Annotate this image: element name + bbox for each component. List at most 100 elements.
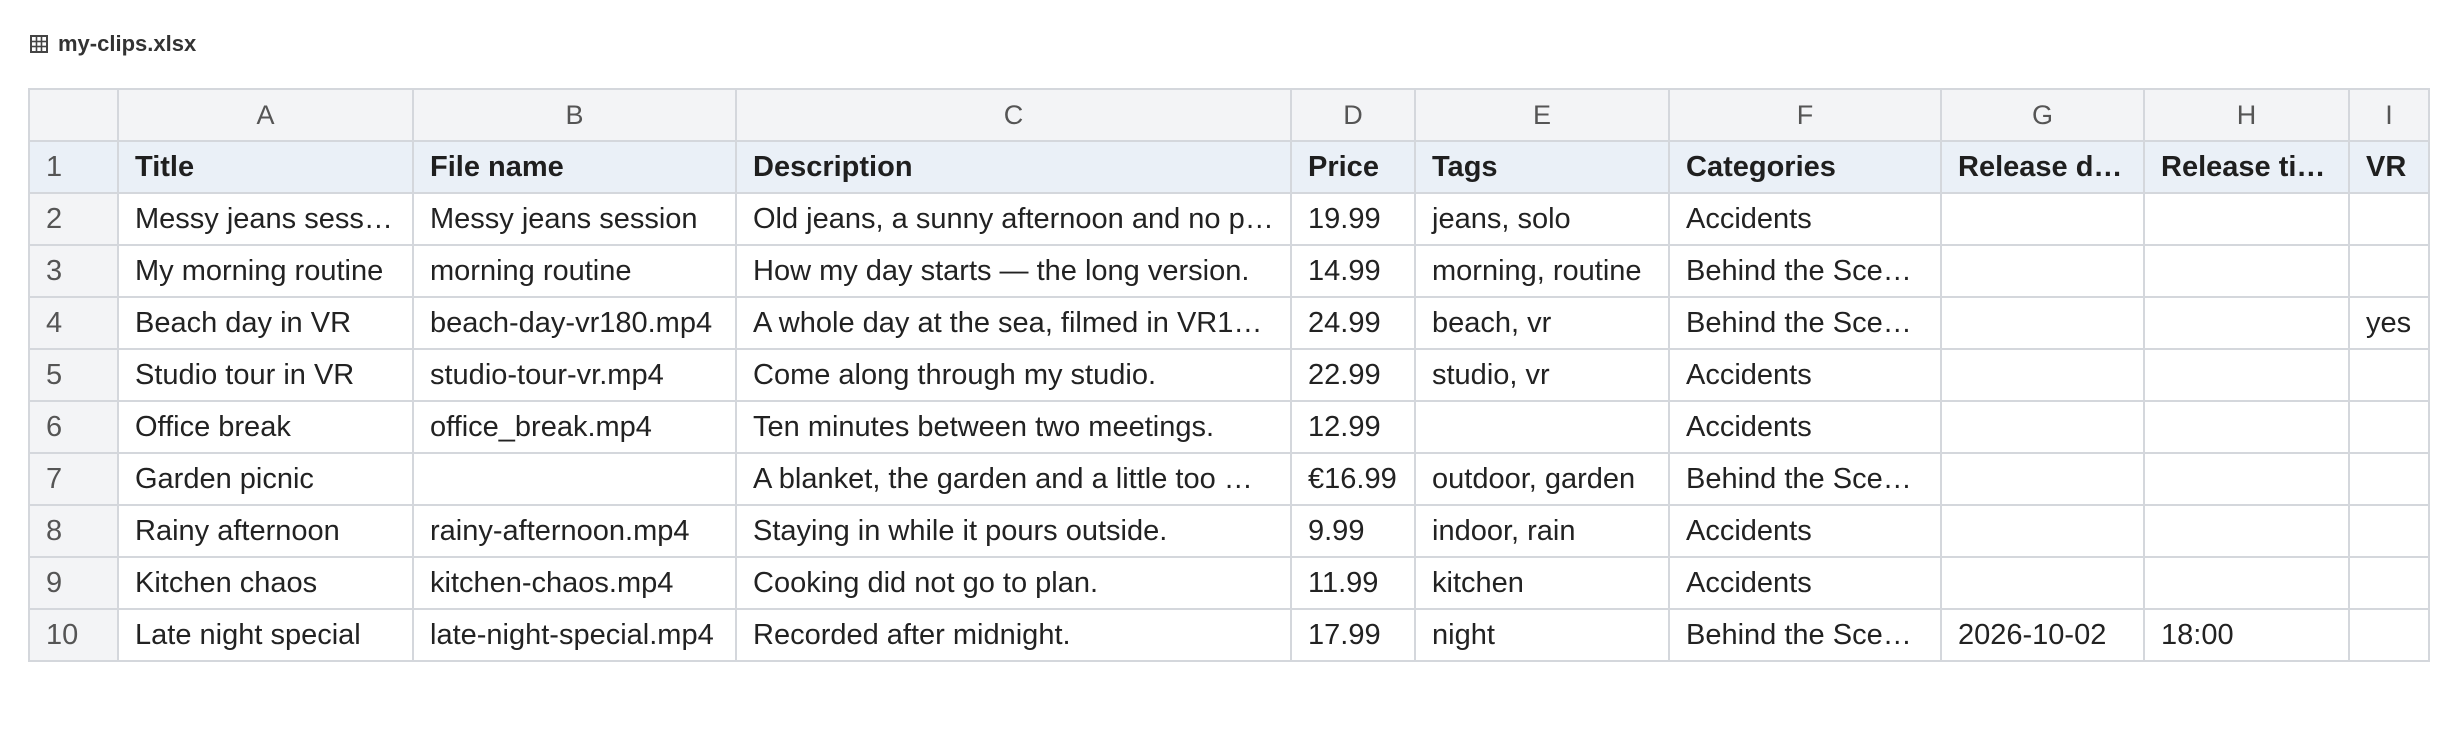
cell-title[interactable]: Office break: [117, 400, 414, 454]
column-header-f[interactable]: F: [1668, 88, 1942, 142]
cell-release-time[interactable]: [2143, 244, 2350, 298]
cell-price[interactable]: 24.99: [1290, 296, 1416, 350]
header-cell-categories[interactable]: Categories: [1668, 140, 1942, 194]
cell-tags[interactable]: kitchen: [1414, 556, 1670, 610]
cell-file-name[interactable]: beach-day-vr180.mp4: [412, 296, 737, 350]
column-header-g[interactable]: G: [1940, 88, 2145, 142]
select-all-corner[interactable]: [28, 88, 119, 142]
cell-release-time[interactable]: [2143, 556, 2350, 610]
cell-description[interactable]: A blanket, the garden and a little too …: [735, 452, 1292, 506]
cell-description[interactable]: How my day starts — the long version.: [735, 244, 1292, 298]
row-number[interactable]: 8: [28, 504, 119, 558]
cell-release-date[interactable]: 2026-10-02: [1940, 608, 2145, 662]
cell-vr[interactable]: [2348, 452, 2430, 506]
cell-description[interactable]: Cooking did not go to plan.: [735, 556, 1292, 610]
cell-title[interactable]: Kitchen chaos: [117, 556, 414, 610]
cell-vr[interactable]: [2348, 608, 2430, 662]
column-header-h[interactable]: H: [2143, 88, 2350, 142]
cell-title[interactable]: Late night special: [117, 608, 414, 662]
cell-categories[interactable]: Behind the Scenes: [1668, 608, 1942, 662]
cell-tags[interactable]: indoor, rain: [1414, 504, 1670, 558]
cell-release-date[interactable]: [1940, 504, 2145, 558]
cell-price[interactable]: 19.99: [1290, 192, 1416, 246]
cell-release-date[interactable]: [1940, 244, 2145, 298]
cell-categories[interactable]: Accidents: [1668, 348, 1942, 402]
cell-price[interactable]: 11.99: [1290, 556, 1416, 610]
cell-categories[interactable]: Accidents: [1668, 192, 1942, 246]
cell-release-time[interactable]: [2143, 400, 2350, 454]
cell-release-time[interactable]: [2143, 504, 2350, 558]
cell-release-date[interactable]: [1940, 556, 2145, 610]
cell-categories[interactable]: Accidents: [1668, 504, 1942, 558]
cell-file-name[interactable]: office_break.mp4: [412, 400, 737, 454]
row-number[interactable]: 6: [28, 400, 119, 454]
column-header-d[interactable]: D: [1290, 88, 1416, 142]
cell-price[interactable]: 22.99: [1290, 348, 1416, 402]
cell-vr[interactable]: [2348, 192, 2430, 246]
cell-tags[interactable]: [1414, 400, 1670, 454]
cell-file-name[interactable]: studio-tour-vr.mp4: [412, 348, 737, 402]
header-cell-release-time[interactable]: Release time: [2143, 140, 2350, 194]
cell-vr[interactable]: [2348, 556, 2430, 610]
column-header-c[interactable]: C: [735, 88, 1292, 142]
cell-description[interactable]: Recorded after midnight.: [735, 608, 1292, 662]
cell-description[interactable]: Ten minutes between two meetings.: [735, 400, 1292, 454]
cell-categories[interactable]: Behind the Scenes: [1668, 452, 1942, 506]
cell-description[interactable]: Old jeans, a sunny afternoon and no p…: [735, 192, 1292, 246]
cell-tags[interactable]: morning, routine: [1414, 244, 1670, 298]
cell-description[interactable]: Come along through my studio.: [735, 348, 1292, 402]
cell-vr[interactable]: [2348, 400, 2430, 454]
row-number[interactable]: 4: [28, 296, 119, 350]
cell-title[interactable]: Garden picnic: [117, 452, 414, 506]
cell-categories[interactable]: Behind the Scenes: [1668, 244, 1942, 298]
cell-release-time[interactable]: [2143, 296, 2350, 350]
cell-release-date[interactable]: [1940, 452, 2145, 506]
cell-tags[interactable]: night: [1414, 608, 1670, 662]
cell-price[interactable]: 12.99: [1290, 400, 1416, 454]
cell-release-date[interactable]: [1940, 192, 2145, 246]
cell-tags[interactable]: studio, vr: [1414, 348, 1670, 402]
cell-file-name[interactable]: kitchen-chaos.mp4: [412, 556, 737, 610]
cell-price[interactable]: 14.99: [1290, 244, 1416, 298]
row-number[interactable]: 5: [28, 348, 119, 402]
cell-tags[interactable]: jeans, solo: [1414, 192, 1670, 246]
header-cell-file-name[interactable]: File name: [412, 140, 737, 194]
cell-price[interactable]: 9.99: [1290, 504, 1416, 558]
header-cell-release-date[interactable]: Release date: [1940, 140, 2145, 194]
header-cell-title[interactable]: Title: [117, 140, 414, 194]
cell-release-time[interactable]: [2143, 192, 2350, 246]
cell-vr[interactable]: [2348, 244, 2430, 298]
row-number[interactable]: 1: [28, 140, 119, 194]
cell-release-date[interactable]: [1940, 296, 2145, 350]
cell-vr[interactable]: [2348, 348, 2430, 402]
cell-vr[interactable]: yes: [2348, 296, 2430, 350]
cell-title[interactable]: Beach day in VR: [117, 296, 414, 350]
cell-release-date[interactable]: [1940, 348, 2145, 402]
cell-description[interactable]: A whole day at the sea, filmed in VR18…: [735, 296, 1292, 350]
row-number[interactable]: 3: [28, 244, 119, 298]
header-cell-price[interactable]: Price: [1290, 140, 1416, 194]
cell-file-name[interactable]: morning routine: [412, 244, 737, 298]
header-cell-description[interactable]: Description: [735, 140, 1292, 194]
cell-title[interactable]: Rainy afternoon: [117, 504, 414, 558]
cell-release-time[interactable]: 18:00: [2143, 608, 2350, 662]
cell-title[interactable]: Messy jeans session: [117, 192, 414, 246]
cell-title[interactable]: Studio tour in VR: [117, 348, 414, 402]
cell-categories[interactable]: Accidents: [1668, 556, 1942, 610]
cell-tags[interactable]: beach, vr: [1414, 296, 1670, 350]
cell-release-time[interactable]: [2143, 348, 2350, 402]
column-header-i[interactable]: I: [2348, 88, 2430, 142]
row-number[interactable]: 10: [28, 608, 119, 662]
column-header-e[interactable]: E: [1414, 88, 1670, 142]
header-cell-tags[interactable]: Tags: [1414, 140, 1670, 194]
cell-price[interactable]: €16.99: [1290, 452, 1416, 506]
cell-title[interactable]: My morning routine: [117, 244, 414, 298]
column-header-b[interactable]: B: [412, 88, 737, 142]
cell-file-name[interactable]: rainy-afternoon.mp4: [412, 504, 737, 558]
column-header-a[interactable]: A: [117, 88, 414, 142]
cell-categories[interactable]: Accidents: [1668, 400, 1942, 454]
row-number[interactable]: 7: [28, 452, 119, 506]
cell-file-name[interactable]: late-night-special.mp4: [412, 608, 737, 662]
cell-release-date[interactable]: [1940, 400, 2145, 454]
row-number[interactable]: 9: [28, 556, 119, 610]
